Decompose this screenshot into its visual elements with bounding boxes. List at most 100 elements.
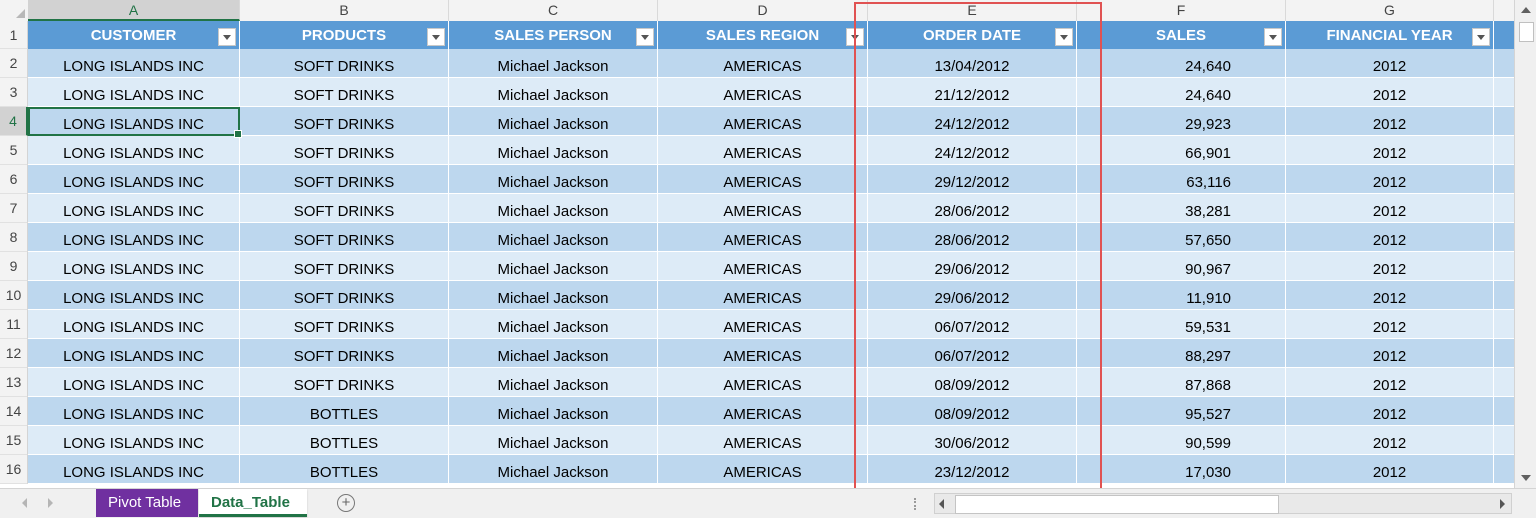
filter-dropdown-icon[interactable]: [1264, 28, 1282, 46]
spreadsheet-grid-area[interactable]: ABCDEFG 1 2 3 4 5 6 7 8 9 10 11 12 13 14 15 16 CUSTOMER…: [0, 0, 1514, 488]
cell-order-date[interactable]: 24/12/2012: [868, 107, 1077, 135]
cell-sales[interactable]: 90,967: [1077, 252, 1286, 280]
cell-order-date[interactable]: 21/12/2012: [868, 78, 1077, 106]
row-header-11[interactable]: 11: [0, 310, 28, 339]
cell-financial-year[interactable]: 2012: [1286, 252, 1494, 280]
cell-sales[interactable]: 63,116: [1077, 165, 1286, 193]
cell-sales-region[interactable]: AMERICAS: [658, 49, 868, 77]
horizontal-scrollbar[interactable]: [934, 493, 1512, 514]
cell-sales[interactable]: 59,531: [1077, 310, 1286, 338]
scroll-up-arrow-icon[interactable]: [1515, 1, 1536, 19]
cell-sales[interactable]: 90,599: [1077, 426, 1286, 454]
row-header-12[interactable]: 12: [0, 339, 28, 368]
cell-customer[interactable]: LONG ISLANDS INC: [28, 49, 240, 77]
vertical-scrollbar[interactable]: [1514, 0, 1536, 488]
cell-sales[interactable]: 66,901: [1077, 136, 1286, 164]
cell-financial-year[interactable]: 2012: [1286, 136, 1494, 164]
cell-products[interactable]: BOTTLES: [240, 426, 449, 454]
cell-customer[interactable]: LONG ISLANDS INC: [28, 136, 240, 164]
row-header-7[interactable]: 7: [0, 194, 28, 223]
cell-sales-region[interactable]: AMERICAS: [658, 78, 868, 106]
cell-sales[interactable]: 24,640: [1077, 49, 1286, 77]
filter-dropdown-icon[interactable]: [636, 28, 654, 46]
cell-order-date[interactable]: 28/06/2012: [868, 223, 1077, 251]
row-header-2[interactable]: 2: [0, 49, 28, 78]
cell-financial-year[interactable]: 2012: [1286, 49, 1494, 77]
cell-customer[interactable]: LONG ISLANDS INC: [28, 78, 240, 106]
header-cell-sales-region[interactable]: SALES REGION: [658, 21, 868, 49]
cell-customer[interactable]: LONG ISLANDS INC: [28, 165, 240, 193]
filter-dropdown-icon[interactable]: [427, 28, 445, 46]
horizontal-scroll-thumb[interactable]: [955, 495, 1279, 514]
cell-financial-year[interactable]: 2012: [1286, 165, 1494, 193]
cell-sales-region[interactable]: AMERICAS: [658, 310, 868, 338]
cell-sales[interactable]: 87,868: [1077, 368, 1286, 396]
cell-sales-region[interactable]: AMERICAS: [658, 368, 868, 396]
cell-customer[interactable]: LONG ISLANDS INC: [28, 339, 240, 367]
cell-customer[interactable]: LONG ISLANDS INC: [28, 107, 240, 135]
cell-sales-person[interactable]: Michael Jackson: [449, 426, 658, 454]
row-header-13[interactable]: 13: [0, 368, 28, 397]
cell-customer[interactable]: LONG ISLANDS INC: [28, 368, 240, 396]
cell-sales-person[interactable]: Michael Jackson: [449, 310, 658, 338]
cell-order-date[interactable]: 06/07/2012: [868, 310, 1077, 338]
cell-products[interactable]: SOFT DRINKS: [240, 49, 449, 77]
cell-sales-region[interactable]: AMERICAS: [658, 426, 868, 454]
cell-sales-person[interactable]: Michael Jackson: [449, 78, 658, 106]
cell-sales-region[interactable]: AMERICAS: [658, 107, 868, 135]
tab-split-handle[interactable]: [914, 498, 919, 510]
cell-products[interactable]: SOFT DRINKS: [240, 310, 449, 338]
cell-sales-region[interactable]: AMERICAS: [658, 339, 868, 367]
filter-dropdown-icon[interactable]: [218, 28, 236, 46]
cell-financial-year[interactable]: 2012: [1286, 107, 1494, 135]
cell-sales-region[interactable]: AMERICAS: [658, 252, 868, 280]
cell-financial-year[interactable]: 2012: [1286, 368, 1494, 396]
cell-sales[interactable]: 11,910: [1077, 281, 1286, 309]
header-cell-products[interactable]: PRODUCTS: [240, 21, 449, 49]
cell-financial-year[interactable]: 2012: [1286, 339, 1494, 367]
column-header-a[interactable]: A: [28, 0, 240, 21]
cell-order-date[interactable]: 24/12/2012: [868, 136, 1077, 164]
cell-sales[interactable]: 24,640: [1077, 78, 1286, 106]
cell-sales-region[interactable]: AMERICAS: [658, 194, 868, 222]
sheet-tab-pivot-table[interactable]: Pivot Table: [96, 489, 198, 517]
cell-sales[interactable]: 57,650: [1077, 223, 1286, 251]
cell-products[interactable]: SOFT DRINKS: [240, 78, 449, 106]
scroll-left-arrow-icon[interactable]: [939, 499, 944, 509]
column-header-b[interactable]: B: [240, 0, 449, 21]
cell-financial-year[interactable]: 2012: [1286, 426, 1494, 454]
row-header-3[interactable]: 3: [0, 78, 28, 107]
cell-customer[interactable]: LONG ISLANDS INC: [28, 223, 240, 251]
cell-sales[interactable]: 88,297: [1077, 339, 1286, 367]
scroll-right-arrow-icon[interactable]: [1500, 499, 1505, 509]
cell-sales-person[interactable]: Michael Jackson: [449, 194, 658, 222]
cell-order-date[interactable]: 29/06/2012: [868, 252, 1077, 280]
cell-sales-region[interactable]: AMERICAS: [658, 455, 868, 483]
cell-order-date[interactable]: 08/09/2012: [868, 397, 1077, 425]
cell-financial-year[interactable]: 2012: [1286, 223, 1494, 251]
column-header-e[interactable]: E: [868, 0, 1077, 21]
cell-customer[interactable]: LONG ISLANDS INC: [28, 194, 240, 222]
row-header-8[interactable]: 8: [0, 223, 28, 252]
cell-sales[interactable]: 29,923: [1077, 107, 1286, 135]
row-header-14[interactable]: 14: [0, 397, 28, 426]
row-header-16[interactable]: 16: [0, 455, 28, 484]
cell-products[interactable]: SOFT DRINKS: [240, 339, 449, 367]
cell-sales-person[interactable]: Michael Jackson: [449, 136, 658, 164]
row-header-4[interactable]: 4: [0, 107, 28, 136]
cell-financial-year[interactable]: 2012: [1286, 78, 1494, 106]
cell-financial-year[interactable]: 2012: [1286, 310, 1494, 338]
cell-products[interactable]: SOFT DRINKS: [240, 136, 449, 164]
scroll-down-arrow-icon[interactable]: [1515, 469, 1536, 487]
cell-sales-person[interactable]: Michael Jackson: [449, 252, 658, 280]
cell-financial-year[interactable]: 2012: [1286, 397, 1494, 425]
cell-financial-year[interactable]: 2012: [1286, 281, 1494, 309]
vertical-scroll-thumb[interactable]: [1519, 22, 1534, 42]
cell-sales-person[interactable]: Michael Jackson: [449, 49, 658, 77]
cell-order-date[interactable]: 29/12/2012: [868, 165, 1077, 193]
header-cell-order-date[interactable]: ORDER DATE: [868, 21, 1077, 49]
cell-customer[interactable]: LONG ISLANDS INC: [28, 455, 240, 483]
row-header-1[interactable]: 1: [0, 21, 28, 49]
cell-sales-person[interactable]: Michael Jackson: [449, 397, 658, 425]
row-header-9[interactable]: 9: [0, 252, 28, 281]
